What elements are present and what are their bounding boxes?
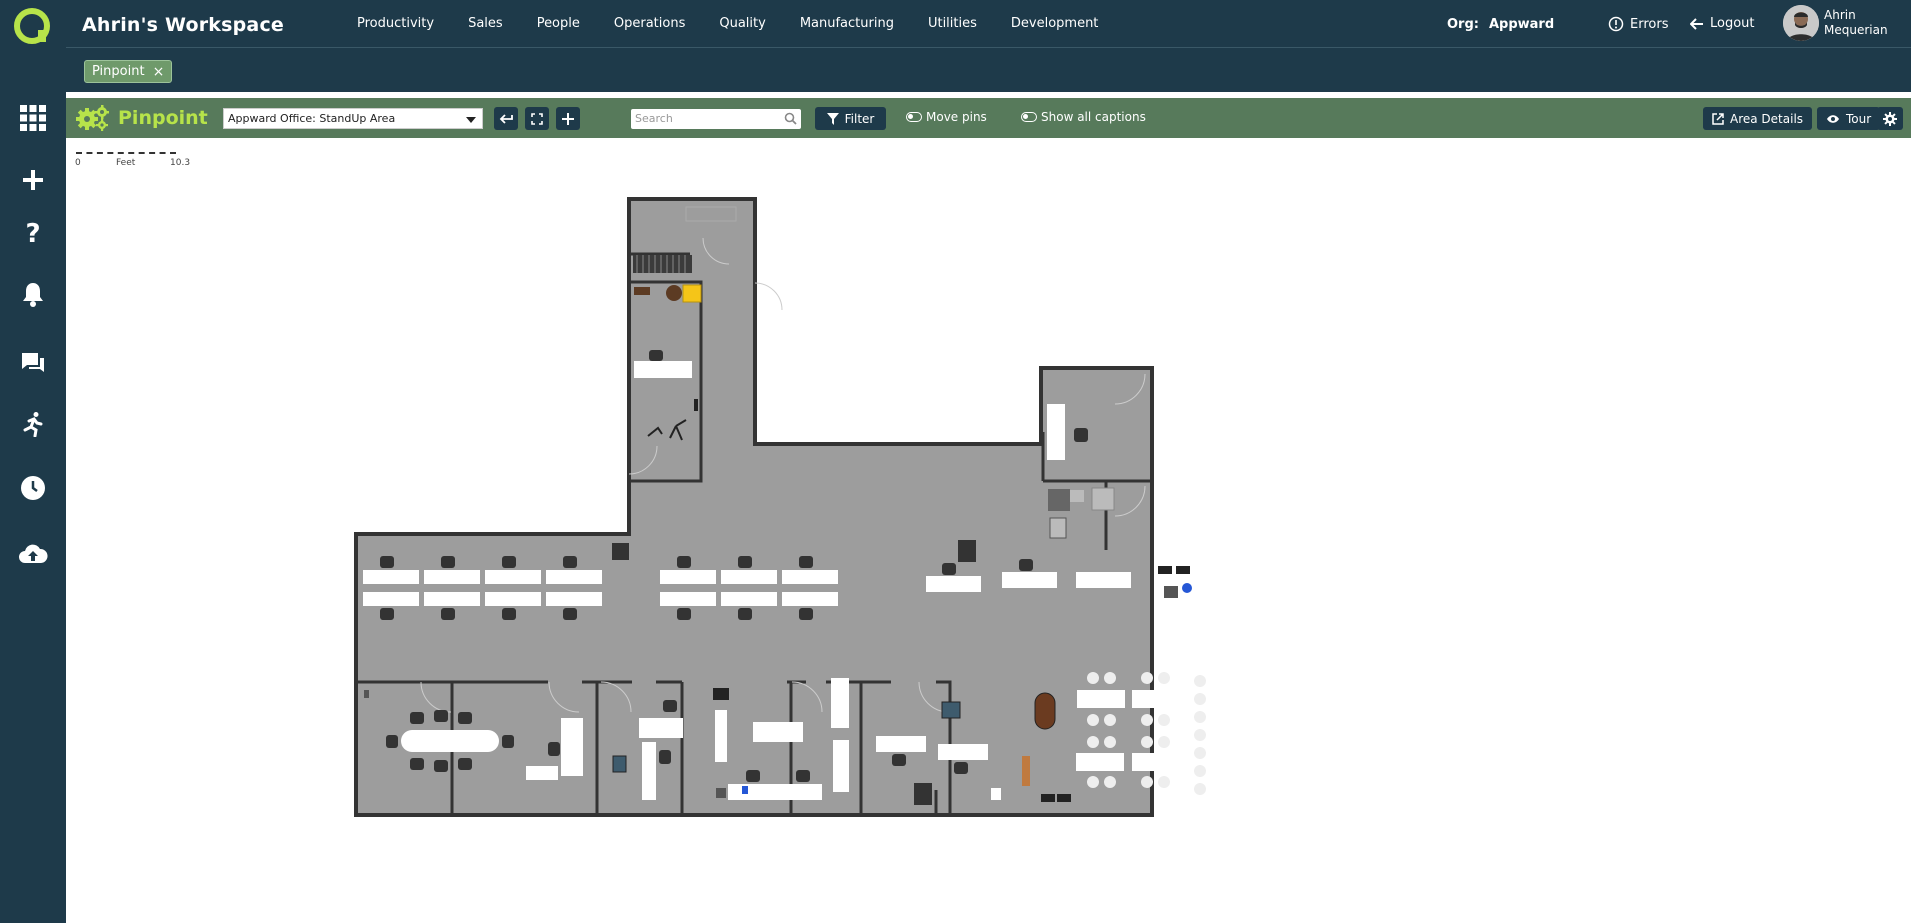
chat-icon[interactable] [13,343,53,383]
org-indicator: Org: Appward [1447,17,1554,32]
open-app-chip-pinpoint[interactable]: Pinpoint × [84,60,173,83]
nav-utilities[interactable]: Utilities [928,16,977,31]
search-input[interactable]: Search [631,109,801,129]
alert-circle-icon [1608,16,1624,32]
main-nav: Productivity Sales People Operations Qua… [357,16,1132,31]
nav-operations[interactable]: Operations [614,16,685,31]
area-details-label: Area Details [1730,111,1804,126]
nav-quality[interactable]: Quality [719,16,765,31]
org-value[interactable]: Appward [1489,17,1554,32]
funnel-icon [826,112,839,125]
filter-button[interactable]: Filter [815,107,886,130]
area-select-value: Appward Office: StandUp Area [228,112,396,125]
errors-label: Errors [1630,16,1669,32]
filter-label: Filter [844,111,875,126]
toggle-icon [906,112,922,122]
caret-down-icon [466,117,476,123]
tour-label: Tour [1846,111,1872,126]
fullscreen-button[interactable] [525,107,549,130]
clock-icon[interactable] [13,468,53,508]
nav-people[interactable]: People [537,16,580,31]
help-icon[interactable]: ? [13,214,53,254]
workspace-title[interactable]: Ahrin's Workspace [82,14,284,36]
area-select[interactable]: Appward Office: StandUp Area [223,108,483,129]
move-pins-label: Move pins [926,110,987,124]
settings-button[interactable] [1877,107,1903,130]
open-apps-bar: Pinpoint × [66,47,1911,92]
nav-sales[interactable]: Sales [468,16,503,31]
user-avatar[interactable] [1783,5,1819,41]
appward-logo-icon[interactable] [14,8,50,44]
floor-plan-canvas[interactable]: 0 Feet 10.3 [66,138,1911,923]
plus-icon[interactable] [13,160,53,200]
app-name: Pinpoint [118,107,208,129]
show-captions-label: Show all captions [1041,110,1146,124]
user-name[interactable]: Ahrin Mequerian [1824,8,1888,38]
logout-label: Logout [1710,16,1755,31]
org-label: Org: [1447,17,1479,32]
eye-icon [1827,114,1839,123]
undo-arrow-icon [499,113,513,124]
runner-icon[interactable] [13,404,53,444]
apps-grid-icon[interactable] [13,98,53,138]
close-icon[interactable]: × [153,65,165,79]
tour-button[interactable]: Tour [1817,107,1881,130]
expand-icon [531,112,543,125]
pinpoint-toolbar: Pinpoint Appward Office: StandUp Area Se… [66,98,1911,138]
top-header: Ahrin's Workspace Productivity Sales Peo… [66,0,1911,47]
chip-label: Pinpoint [92,64,145,79]
cloud-upload-icon[interactable] [13,534,53,574]
plus-icon [562,112,574,125]
add-pin-button[interactable] [556,107,580,130]
show-captions-toggle[interactable]: Show all captions [1021,110,1146,124]
logout-button[interactable]: Logout [1690,16,1755,31]
back-button[interactable] [494,107,518,130]
external-link-icon [1712,112,1724,125]
search-icon [784,112,797,125]
area-details-button[interactable]: Area Details [1703,107,1813,130]
nav-productivity[interactable]: Productivity [357,16,434,31]
bell-icon[interactable] [13,274,53,314]
floor-plan[interactable] [66,138,1911,923]
left-rail: ? [0,0,66,923]
search-placeholder: Search [635,112,673,125]
errors-button[interactable]: Errors [1608,16,1668,32]
user-first-name: Ahrin [1824,8,1856,22]
app-title: Pinpoint [76,104,208,132]
arrow-left-icon [1690,17,1703,30]
gear-icon [1883,111,1897,126]
move-pins-toggle[interactable]: Move pins [906,110,987,124]
nav-development[interactable]: Development [1011,16,1099,31]
nav-manufacturing[interactable]: Manufacturing [800,16,894,31]
user-last-name: Mequerian [1824,23,1888,37]
gears-icon [76,105,109,131]
toggle-icon [1021,112,1037,122]
